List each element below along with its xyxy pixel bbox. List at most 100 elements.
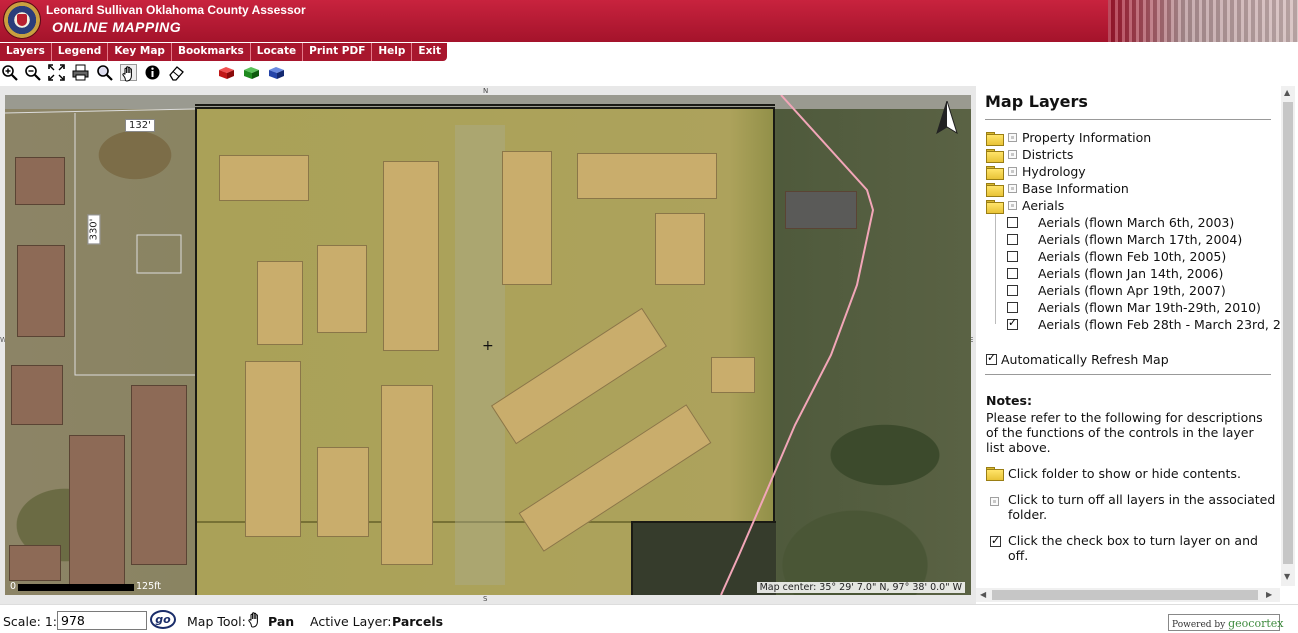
notes-title: Notes: xyxy=(986,393,1032,408)
layer-folder-aerials: Aerials xyxy=(986,197,1064,214)
menu-key-map[interactable]: Key Map xyxy=(108,43,172,61)
menu-layers[interactable]: Layers xyxy=(0,43,52,61)
scroll-thumb[interactable] xyxy=(992,590,1258,600)
layer-checkbox[interactable] xyxy=(1007,268,1018,279)
menu-exit[interactable]: Exit xyxy=(412,43,447,61)
layers-off-icon xyxy=(990,497,999,506)
note-folder: Click folder to show or hide contents. xyxy=(986,466,1276,482)
layer-folder-districts: Districts xyxy=(986,146,1073,163)
checkbox-icon xyxy=(990,533,1001,548)
layer-folder-label[interactable]: Base Information xyxy=(1022,181,1129,196)
full-extent-icon[interactable] xyxy=(48,64,65,81)
map-tool-label: Map Tool: xyxy=(187,614,246,629)
layer-folder-label[interactable]: Districts xyxy=(1022,147,1073,162)
auto-refresh-row: Automatically Refresh Map xyxy=(986,351,1169,368)
layer-checkbox-checked[interactable] xyxy=(1007,316,1018,330)
layer-checkbox[interactable] xyxy=(1007,302,1018,313)
layer-aerial-2006: Aerials (flown Jan 14th, 2006) xyxy=(1007,265,1223,282)
panel-horizontal-scrollbar[interactable]: ◀ ▶ xyxy=(976,588,1280,602)
map-center-coordinates: Map center: 35° 29' 7.0" N, 97° 38' 0.0"… xyxy=(756,582,965,593)
layer-aerial-2010: Aerials (flown Mar 19th-29th, 2010) xyxy=(1007,299,1261,316)
panel-vertical-scrollbar[interactable]: ▲ ▼ xyxy=(1281,86,1295,586)
folder-icon[interactable] xyxy=(986,131,1004,146)
print-icon[interactable] xyxy=(72,64,89,81)
layer-folder-property-information: Property Information xyxy=(986,129,1151,146)
map-layers-panel: Map Layers Property Information District… xyxy=(976,86,1298,604)
scroll-thumb[interactable] xyxy=(1283,102,1293,564)
scale-input[interactable] xyxy=(57,611,147,630)
layer-folder-base-information: Base Information xyxy=(986,180,1129,197)
layer-checkbox[interactable] xyxy=(1007,285,1018,296)
pan-south-arrow[interactable]: S xyxy=(483,595,487,603)
powered-by-logo[interactable]: Powered by geocortex xyxy=(1168,614,1283,631)
layer-folder-label[interactable]: Aerials xyxy=(1022,198,1064,213)
auto-refresh-checkbox[interactable] xyxy=(986,351,997,365)
menu-locate[interactable]: Locate xyxy=(251,43,304,61)
scroll-left-icon[interactable]: ◀ xyxy=(980,590,986,599)
active-layer-label: Active Layer: xyxy=(310,614,392,629)
pan-hand-icon[interactable] xyxy=(120,64,137,82)
layer-aerial-2003: Aerials (flown March 6th, 2003) xyxy=(1007,214,1234,231)
scale-label: Scale: 1: xyxy=(3,614,57,629)
main-menu: Layers Legend Key Map Bookmarks Locate P… xyxy=(0,43,447,61)
map-toolbar xyxy=(0,62,1298,84)
layer-folder-label[interactable]: Hydrology xyxy=(1022,164,1086,179)
layer-checkbox[interactable] xyxy=(1007,217,1018,228)
tree-connector xyxy=(995,214,996,324)
scroll-right-icon[interactable]: ▶ xyxy=(1266,590,1272,599)
menu-bookmarks[interactable]: Bookmarks xyxy=(172,43,251,61)
folder-icon[interactable] xyxy=(986,165,1004,180)
layers-off-icon[interactable] xyxy=(1008,150,1017,159)
layers-off-icon[interactable] xyxy=(1008,184,1017,193)
layer-label: Aerials (flown Mar 19th-29th, 2010) xyxy=(1038,300,1261,315)
layers-off-icon[interactable] xyxy=(1008,133,1017,142)
map-tool-value: Pan xyxy=(268,614,295,629)
layer-checkbox[interactable] xyxy=(1007,251,1018,262)
pan-north-arrow[interactable]: N xyxy=(483,87,488,95)
menu-print-pdf[interactable]: Print PDF xyxy=(303,43,373,61)
menu-bar: Layers Legend Key Map Bookmarks Locate P… xyxy=(0,42,1298,61)
scroll-down-icon[interactable]: ▼ xyxy=(1284,572,1290,581)
app-title: ONLINE MAPPING xyxy=(52,19,182,35)
layer-aerial-2005: Aerials (flown Feb 10th, 2005) xyxy=(1007,248,1226,265)
info-icon[interactable] xyxy=(144,64,161,81)
aerial-map-view[interactable]: 132' 330' + 0 125ft Map center: 35° 29' … xyxy=(5,95,971,595)
note-square-text: Click to turn off all layers in the asso… xyxy=(1008,492,1276,522)
layer-aerial-2004: Aerials (flown March 17th, 2004) xyxy=(1007,231,1242,248)
zoom-out-icon[interactable] xyxy=(24,64,41,81)
folder-icon[interactable] xyxy=(986,182,1004,197)
notes-body: Please refer to the following for descri… xyxy=(986,410,1263,455)
zoom-in-icon[interactable] xyxy=(1,64,18,81)
layer-label: Aerials (flown Feb 10th, 2005) xyxy=(1038,249,1227,264)
scale-bar-distance: 125ft xyxy=(136,581,162,592)
open-folder-icon[interactable] xyxy=(986,199,1004,214)
note-check-text: Click the check box to turn layer on and… xyxy=(1008,533,1258,563)
note-square: Click to turn off all layers in the asso… xyxy=(986,492,1276,522)
divider xyxy=(985,119,1271,120)
dimension-label-top: 132' xyxy=(125,119,155,132)
red-box-icon[interactable] xyxy=(218,64,235,81)
go-button[interactable]: go xyxy=(150,610,176,629)
folder-icon[interactable] xyxy=(986,148,1004,163)
county-seal-logo xyxy=(3,1,41,39)
layer-checkbox[interactable] xyxy=(1007,234,1018,245)
layer-folder-label[interactable]: Property Information xyxy=(1022,130,1151,145)
organization-name: Leonard Sullivan Oklahoma County Assesso… xyxy=(46,3,306,17)
eraser-icon[interactable] xyxy=(168,64,185,81)
map-frame: N S W E 132' 330' + 0 125ft Map center: … xyxy=(0,86,976,604)
layer-label: Aerials (flown Feb 28th - March 23rd, 20 xyxy=(1038,317,1280,332)
magnify-icon[interactable] xyxy=(96,64,113,81)
menu-help[interactable]: Help xyxy=(372,43,413,61)
powered-by-text: Powered by xyxy=(1172,620,1226,630)
scale-bar-zero: 0 xyxy=(10,581,17,592)
layers-off-icon[interactable] xyxy=(1008,167,1017,176)
active-layer-value: Parcels xyxy=(392,614,444,629)
scale-bar: 0 125ft xyxy=(8,581,162,595)
green-box-icon[interactable] xyxy=(243,64,260,81)
menu-legend[interactable]: Legend xyxy=(52,43,109,61)
blue-box-icon[interactable] xyxy=(268,64,285,81)
map-center-crosshair: + xyxy=(482,338,494,354)
divider xyxy=(985,374,1271,375)
layers-off-icon[interactable] xyxy=(1008,201,1017,210)
scroll-up-icon[interactable]: ▲ xyxy=(1284,88,1290,97)
